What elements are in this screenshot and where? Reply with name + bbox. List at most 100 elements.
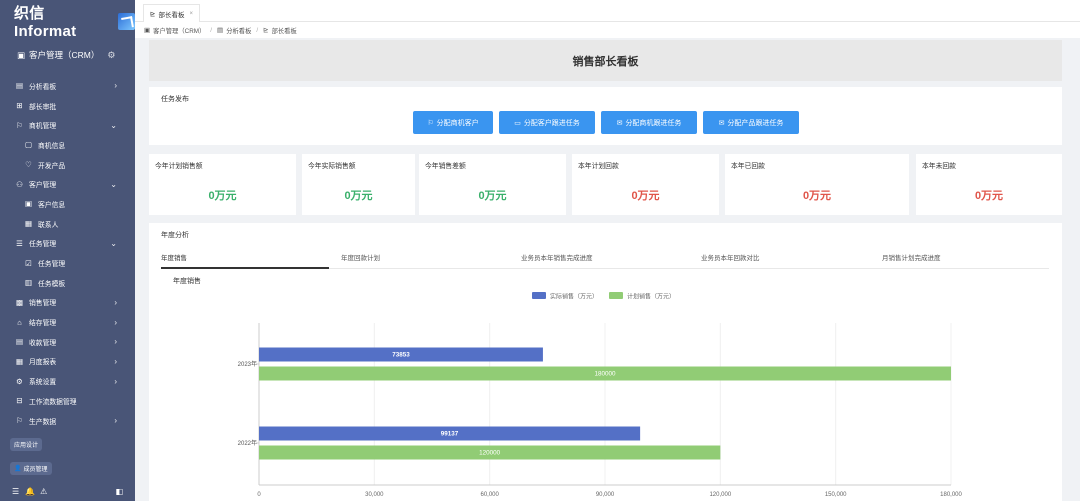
sidebar-item[interactable]: ▤ 分析看板 ›: [0, 76, 135, 96]
bar-value-label: 180000: [594, 371, 616, 378]
bar-value-label: 120000: [479, 450, 501, 457]
logo[interactable]: 织信 Informat: [0, 0, 135, 42]
sidebar-item-label: 销售管理: [29, 300, 57, 308]
sidebar-item[interactable]: ⊟ 工作流数据管理: [0, 391, 135, 411]
sidebar-item[interactable]: ⚇ 客户管理 ⌄: [0, 174, 135, 194]
chevron-down-icon: ⌄: [110, 120, 117, 130]
button-label: 分配产品跟进任务: [727, 119, 784, 127]
member-management-label: 成员管理: [23, 467, 48, 473]
stat-value: 0万元: [631, 190, 660, 202]
sidebar-item-label: 生产数据: [29, 418, 57, 426]
stat-label: 今年销售差额: [425, 163, 466, 170]
breadcrumb-item[interactable]: 客户管理（CRM）: [153, 26, 205, 35]
sidebar-item[interactable]: ⊞ 部长审批: [0, 96, 135, 116]
sidebar-item[interactable]: ▤ 收款管理 ›: [0, 332, 135, 352]
x-tick-label: 180,000: [940, 492, 962, 498]
assign-customer-followup-button[interactable]: ▭ 分配客户跟进任务: [499, 111, 595, 134]
x-tick-label: 150,000: [825, 492, 847, 498]
x-tick-label: 90,000: [596, 492, 615, 498]
assign-opportunity-customer-button[interactable]: ⚐ 分配商机客户: [413, 111, 493, 134]
task-publish-card: 任务发布 ⚐ 分配商机客户 ▭ 分配客户跟进任务 ✉ 分配商机跟进任务 ✉ 分配产品跟进…: [149, 87, 1062, 145]
sidebar-item-label: 分析看板: [29, 83, 57, 91]
sidebar-item[interactable]: ♡ 开发产品: [0, 155, 135, 175]
button-label: 分配商机客户: [436, 119, 479, 127]
sales-icon: ▩: [15, 297, 24, 307]
sidebar-item[interactable]: ☰ 任务管理 ⌄: [0, 234, 135, 254]
chevron-right-icon: ›: [114, 356, 117, 366]
sidebar-item[interactable]: ▣ 客户信息: [0, 194, 135, 214]
sidebar-item-label: 任务管理: [29, 241, 57, 249]
warning-icon[interactable]: ⚠: [40, 487, 47, 496]
app-design-button[interactable]: 应用设计: [10, 438, 43, 451]
mail-icon: ✉: [616, 119, 623, 127]
logo-text: 织信 Informat: [14, 5, 77, 40]
breadcrumb-item[interactable]: 分析看板: [226, 26, 251, 35]
sidebar-item[interactable]: ▩ 销售管理 ›: [0, 293, 135, 313]
legend-label: 实际销售（万元）: [550, 293, 598, 301]
sidebar-item[interactable]: ⚙ 系统设置 ›: [0, 371, 135, 391]
sidebar-item-label: 部长审批: [29, 103, 57, 111]
sidebar-item[interactable]: ▥ 任务模板: [0, 273, 135, 293]
legend-swatch: [609, 292, 623, 299]
breadcrumb-item: 部长看板: [271, 27, 297, 35]
app-icon: ▣: [144, 27, 151, 34]
bell-icon[interactable]: 🔔: [25, 487, 35, 496]
list-icon: ☰: [16, 238, 23, 248]
stat-value: 0万元: [974, 190, 1004, 202]
main-content: 销售部长看板 任务发布 ⚐ 分配商机客户 ▭ 分配客户跟进任务 ✉ 分配商机跟进任务 …: [149, 40, 1062, 501]
collapse-sidebar-icon[interactable]: ◧: [115, 487, 123, 496]
grid-icon: ⊞: [16, 101, 23, 111]
dashboard-icon: ▤: [217, 27, 224, 34]
breadcrumb-separator: /: [256, 26, 259, 34]
bank-icon: ⌂: [17, 317, 22, 327]
assign-opportunity-followup-button[interactable]: ✉ 分配商机跟进任务: [601, 111, 697, 134]
sidebar-item-label: 工作流数据管理: [29, 398, 77, 406]
chevron-right-icon: ›: [114, 317, 117, 327]
page-title: 销售部长看板: [149, 40, 1062, 81]
stat-label: 本年计划回款: [578, 163, 619, 170]
dashboard-icon: ▤: [15, 81, 24, 91]
sidebar-item[interactable]: ⌂ 结存管理 ›: [0, 312, 135, 332]
chevron-down-icon: ⌄: [110, 238, 117, 248]
sidebar-item[interactable]: ▦ 月度报表 ›: [0, 352, 135, 372]
sidebar-item[interactable]: ⚐ 商机管理 ⌄: [0, 115, 135, 135]
stat-card: 本年已回款 0万元: [725, 154, 909, 215]
button-label: 分配客户跟进任务: [523, 119, 580, 127]
sidebar-menu: ▤ 分析看板 › ⊞ 部长审批 ⚐ 商机管理 ⌄ ▢ 商机信息 ♡ 开发产品 ⚇ 客户管理 ⌄ ▣ 客户信息 ▦ 联…: [0, 76, 135, 430]
sidebar-item[interactable]: ⚐ 生产数据 ›: [0, 411, 135, 431]
breadcrumb: ▣ 客户管理（CRM） / ▤ 分析看板 / ⊵ 部长看板: [135, 22, 1080, 38]
x-tick-label: 120,000: [709, 492, 731, 498]
chat-icon: ▢: [24, 140, 33, 150]
sidebar-item-label: 联系人: [38, 221, 59, 229]
gear-icon[interactable]: ⚙: [107, 50, 115, 61]
sidebar-item-label: 商机管理: [29, 123, 57, 131]
tab-dashboard[interactable]: ⊵ 部长看板 ×: [143, 4, 200, 22]
sidebar-item-label: 系统设置: [29, 379, 57, 387]
menu-toggle-icon[interactable]: ☰: [12, 487, 19, 496]
tab-bar: ⊵ 部长看板 ×: [135, 0, 1080, 22]
button-label: 分配商机跟进任务: [625, 119, 682, 127]
stat-card: 今年计划销售额 0万元: [149, 154, 296, 215]
sidebar: 织信 Informat ▣ 客户管理（CRM） ⚙ ▤ 分析看板 › ⊞ 部长审批 ⚐ 商机…: [0, 0, 135, 501]
member-management-button[interactable]: 👤 成员管理: [10, 462, 52, 475]
stat-card: 本年计划回款 0万元: [572, 154, 719, 215]
annual-sales-chart: 实际销售（万元） 计划销售（万元） 0 30,000 60,000 90,000 120,0…: [238, 292, 963, 498]
app-switch[interactable]: ▣ 客户管理（CRM） ⚙: [0, 42, 135, 68]
flag-icon: ⚐: [16, 416, 23, 426]
chevron-down-icon: ⌄: [110, 179, 117, 189]
stat-value: 0万元: [478, 190, 507, 202]
stat-label: 今年实际销售额: [308, 163, 356, 170]
stat-label: 本年未回款: [922, 163, 956, 170]
flag-icon: ⚐: [427, 119, 434, 127]
close-icon[interactable]: ×: [189, 11, 193, 17]
mail-icon: ✉: [718, 119, 725, 127]
sidebar-item-label: 任务模板: [38, 280, 66, 288]
sidebar-item[interactable]: ▢ 商机信息: [0, 135, 135, 155]
sidebar-item-label: 开发产品: [38, 162, 66, 170]
sidebar-item[interactable]: ☑ 任务管理: [0, 253, 135, 273]
assign-product-followup-button[interactable]: ✉ 分配产品跟进任务: [703, 111, 799, 134]
sidebar-item[interactable]: ▦ 联系人: [0, 214, 135, 234]
logo-mark-icon: [118, 12, 135, 30]
stat-card: 今年实际销售额 0万元: [302, 154, 415, 215]
task-publish-title: 任务发布: [161, 96, 189, 103]
